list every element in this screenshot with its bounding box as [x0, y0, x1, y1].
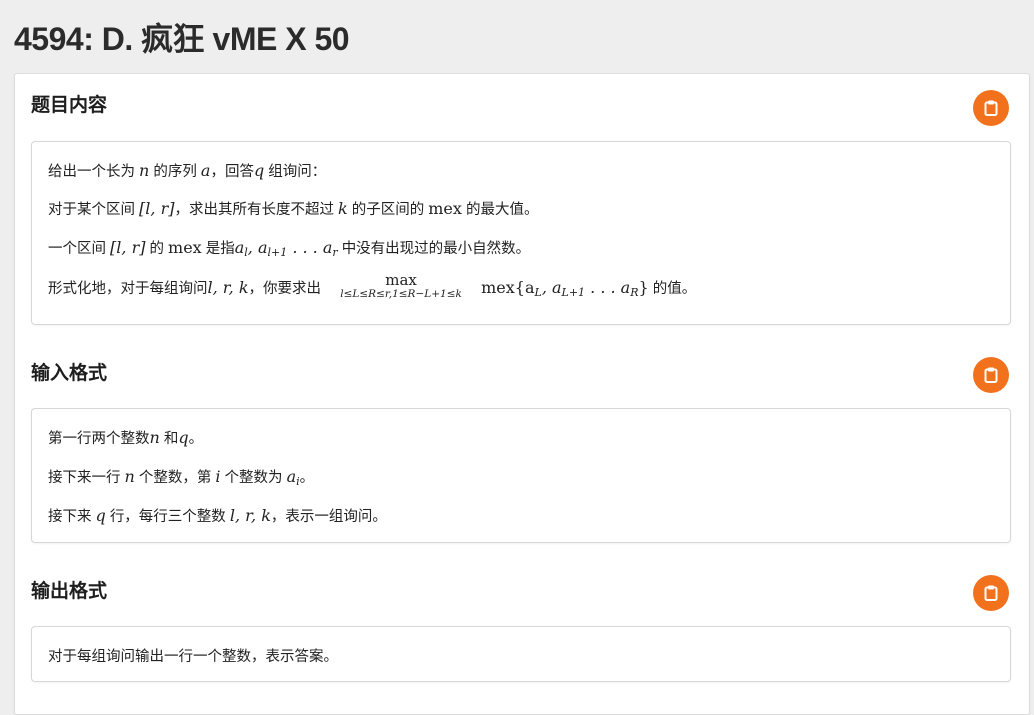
content-line-2: 对于某个区间 [l, r]，求出其所有长度不超过 k 的子区间的 mex 的最大… — [48, 199, 539, 218]
section-heading-input: 输入格式 — [31, 363, 108, 384]
clipboard-icon — [984, 367, 998, 383]
input-line-2: 接下来一行 n 个整数，第 i 个整数为 ai。 — [48, 467, 315, 488]
clipboard-icon — [984, 585, 998, 601]
clipboard-icon — [984, 100, 998, 116]
copy-content-button[interactable] — [973, 90, 1009, 126]
input-line-1: 第一行两个整数n 和q。 — [48, 428, 204, 447]
content-line-4: 形式化地，对于每组询问l, r, k，你要求出 max l≤L≤R≤r,1≤R−… — [48, 271, 697, 300]
output-box: 对于每组询问输出一行一个整数，表示答案。 — [31, 626, 1011, 682]
content-line-3: 一个区间 [l, r] 的 mex 是指al, al+1 . . . ar 中没… — [48, 238, 531, 259]
max-operator: max l≤L≤R≤r,1≤R−L+1≤k — [340, 271, 462, 300]
copy-input-button[interactable] — [973, 357, 1009, 393]
section-heading-content: 题目内容 — [31, 95, 108, 116]
output-line-1: 对于每组询问输出一行一个整数，表示答案。 — [48, 649, 338, 665]
content-box: 给出一个长为 n 的序列 a，回答q 组询问： 对于某个区间 [l, r]，求出… — [31, 141, 1011, 325]
page-title: 4594: D. 疯狂 vME X 50 — [14, 21, 350, 57]
copy-output-button[interactable] — [973, 575, 1009, 611]
content-line-1: 给出一个长为 n 的序列 a，回答q 组询问： — [48, 161, 327, 180]
input-line-3: 接下来 q 行，每行三个整数 l, r, k，表示一组询问。 — [48, 506, 387, 525]
section-heading-output: 输出格式 — [31, 581, 108, 602]
input-box: 第一行两个整数n 和q。 接下来一行 n 个整数，第 i 个整数为 ai。 接下… — [31, 408, 1011, 543]
problem-card: 题目内容 给出一个长为 n 的序列 a，回答q 组询问： 对于某个区间 [l, … — [14, 73, 1030, 715]
